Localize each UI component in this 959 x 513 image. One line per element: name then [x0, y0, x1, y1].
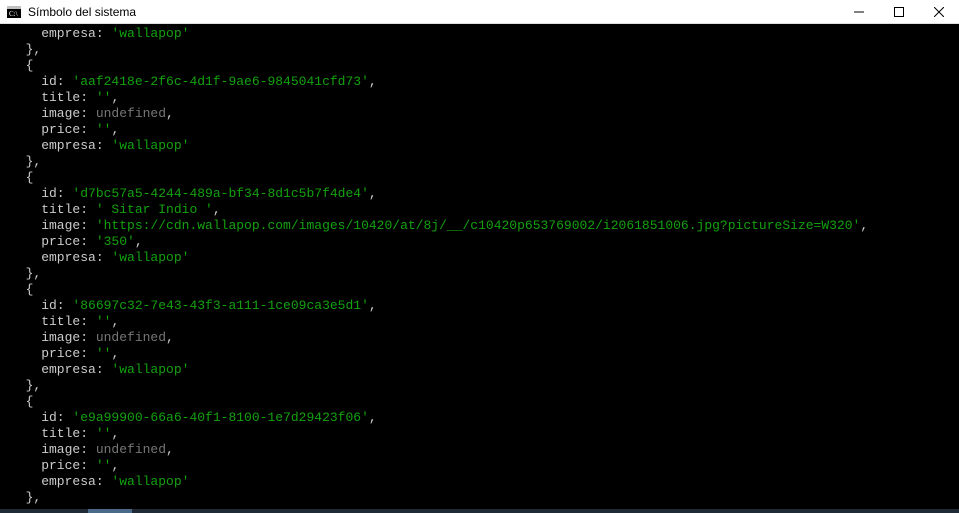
- titlebar: C:\ Símbolo del sistema: [0, 0, 959, 24]
- console-line: empresa: 'wallapop': [0, 362, 959, 378]
- cmd-icon: C:\: [6, 4, 22, 20]
- svg-text:C:\: C:\: [9, 10, 18, 18]
- console-line: },: [0, 154, 959, 170]
- console-line: title: '',: [0, 426, 959, 442]
- console-line: image: 'https://cdn.wallapop.com/images/…: [0, 218, 959, 234]
- console-line: price: '',: [0, 346, 959, 362]
- taskbar-active-app[interactable]: [88, 509, 132, 513]
- console-line: },: [0, 266, 959, 282]
- console-line: {: [0, 170, 959, 186]
- taskbar[interactable]: [0, 509, 959, 513]
- console-line: title: '',: [0, 90, 959, 106]
- console-line: empresa: 'wallapop': [0, 138, 959, 154]
- console-line: price: '',: [0, 458, 959, 474]
- console-line: empresa: 'wallapop': [0, 26, 959, 42]
- console-line: image: undefined,: [0, 442, 959, 458]
- console-line: id: 'd7bc57a5-4244-489a-bf34-8d1c5b7f4de…: [0, 186, 959, 202]
- console-line: title: ' Sitar Indio ',: [0, 202, 959, 218]
- maximize-button[interactable]: [879, 0, 919, 23]
- console-line: title: '',: [0, 314, 959, 330]
- console-line: {: [0, 282, 959, 298]
- close-button[interactable]: [919, 0, 959, 23]
- console-line: {: [0, 58, 959, 74]
- minimize-button[interactable]: [839, 0, 879, 23]
- console-line: id: 'e9a99900-66a6-40f1-8100-1e7d29423f0…: [0, 410, 959, 426]
- console-line: {: [0, 394, 959, 410]
- console-line: id: '86697c32-7e43-43f3-a111-1ce09ca3e5d…: [0, 298, 959, 314]
- console-line: empresa: 'wallapop': [0, 250, 959, 266]
- console-output[interactable]: empresa: 'wallapop' }, { id: 'aaf2418e-2…: [0, 24, 959, 513]
- console-line: empresa: 'wallapop': [0, 474, 959, 490]
- console-line: },: [0, 42, 959, 58]
- console-line: id: 'aaf2418e-2f6c-4d1f-9ae6-9845041cfd7…: [0, 74, 959, 90]
- console-line: image: undefined,: [0, 106, 959, 122]
- console-line: },: [0, 378, 959, 394]
- console-line: },: [0, 490, 959, 506]
- console-line: price: '',: [0, 122, 959, 138]
- window-title: Símbolo del sistema: [28, 5, 839, 19]
- console-line: price: '350',: [0, 234, 959, 250]
- console-line: image: undefined,: [0, 330, 959, 346]
- window-controls: [839, 0, 959, 23]
